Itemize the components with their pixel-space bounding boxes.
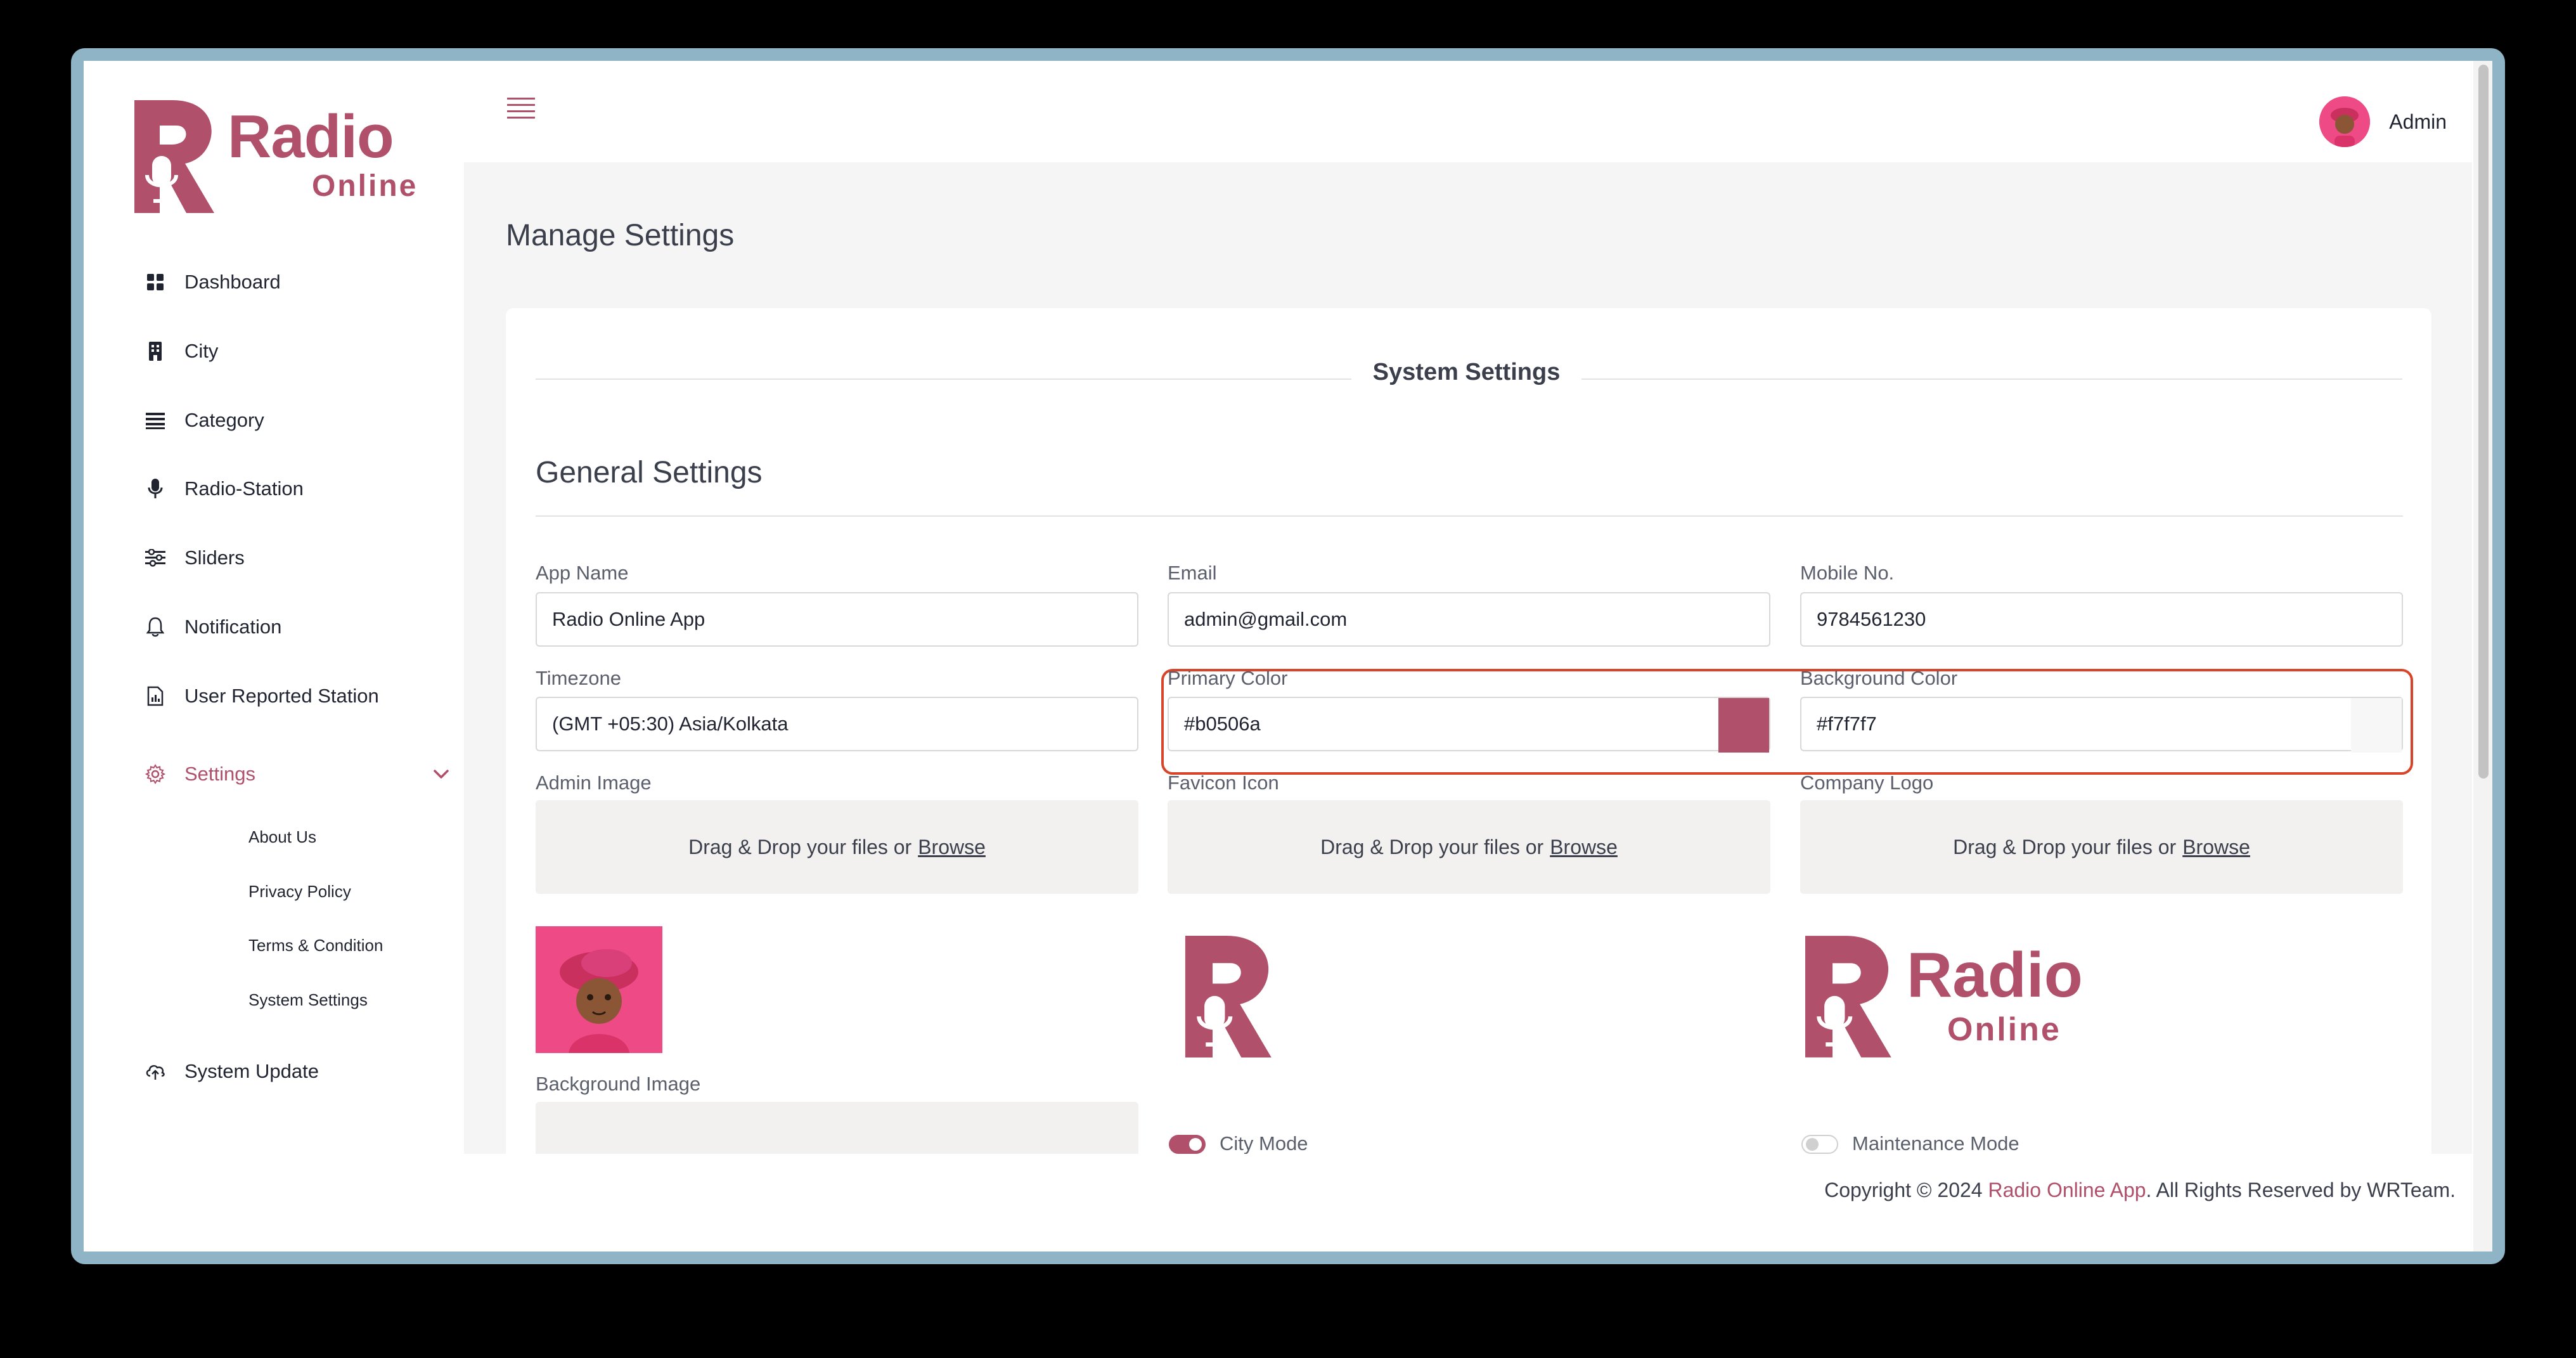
mobile-label: Mobile No. bbox=[1800, 562, 1895, 584]
group-title: General Settings bbox=[536, 456, 763, 489]
background-color-field[interactable]: #f7f7f7 bbox=[1800, 697, 2403, 753]
sidebar-item-user-reported-station[interactable]: User Reported Station bbox=[144, 676, 461, 716]
browse-link[interactable]: Browse bbox=[2182, 836, 2250, 859]
sidebar-item-label: City bbox=[184, 340, 219, 362]
background-color-value: #f7f7f7 bbox=[1817, 713, 1877, 735]
favicon-preview bbox=[1185, 936, 1272, 1057]
timezone-select[interactable]: (GMT +05:30) Asia/Kolkata bbox=[536, 697, 1138, 751]
user-name: Admin bbox=[2389, 110, 2447, 133]
divider bbox=[536, 378, 1351, 380]
report-icon bbox=[144, 685, 167, 708]
dropzone-text: Drag & Drop your files or bbox=[1953, 835, 2177, 858]
sidebar-item-dashboard[interactable]: Dashboard bbox=[144, 262, 461, 302]
cloud-upload-icon bbox=[144, 1060, 167, 1083]
company-logo-preview: Radio Online bbox=[1805, 936, 2122, 1063]
window-frame: Radio Online Dashboard City Category Rad… bbox=[71, 48, 2505, 1264]
sidebar-item-category[interactable]: Category bbox=[144, 400, 461, 441]
footer: Copyright © 2024 Radio Online App. All R… bbox=[1824, 1179, 2456, 1202]
sidebar-item-system-update[interactable]: System Update bbox=[144, 1051, 461, 1092]
page-title: Manage Settings bbox=[506, 219, 735, 252]
sidebar-item-radio-station[interactable]: Radio-Station bbox=[144, 469, 461, 509]
background-image-dropzone[interactable] bbox=[536, 1102, 1138, 1154]
sidebar-item-label: Dashboard bbox=[184, 271, 281, 293]
primary-color-field[interactable]: #b0506a bbox=[1168, 697, 1770, 753]
hamburger-menu-icon[interactable] bbox=[507, 96, 535, 122]
admin-image-preview bbox=[536, 926, 662, 1053]
email-label: Email bbox=[1168, 562, 1217, 584]
sidebar-item-label: Notification bbox=[184, 616, 282, 638]
list-icon bbox=[144, 409, 167, 432]
gear-icon bbox=[144, 763, 167, 786]
browse-link[interactable]: Browse bbox=[918, 836, 986, 859]
logo-text-radio: Radio bbox=[228, 103, 394, 171]
app-name-label: App Name bbox=[536, 562, 629, 584]
sidebar-item-label: Category bbox=[184, 409, 264, 431]
primary-color-value: #b0506a bbox=[1184, 713, 1261, 735]
logo-text-online: Online bbox=[1947, 1011, 2061, 1048]
logo-text-radio: Radio bbox=[1907, 940, 2083, 1011]
building-icon bbox=[144, 340, 167, 363]
background-image-label: Background Image bbox=[536, 1073, 701, 1095]
logo-text-online: Online bbox=[312, 169, 418, 203]
mobile-input[interactable]: 9784561230 bbox=[1800, 592, 2403, 647]
sidebar-item-label: System Update bbox=[184, 1060, 319, 1082]
maintenance-mode-toggle[interactable] bbox=[1801, 1135, 1838, 1154]
favicon-dropzone[interactable]: Drag & Drop your files or Browse bbox=[1168, 800, 1770, 894]
sidebar-item-label: User Reported Station bbox=[184, 685, 379, 707]
footer-brand-link[interactable]: Radio Online App bbox=[1988, 1179, 2146, 1201]
footer-prefix: Copyright © 2024 bbox=[1824, 1179, 1983, 1201]
logo-mark-icon bbox=[1805, 936, 1891, 1057]
app-name-input[interactable]: Radio Online App bbox=[536, 592, 1138, 647]
sidebar: Radio Online Dashboard City Category Rad… bbox=[84, 61, 464, 1251]
sidebar-subitem-privacy-policy[interactable]: Privacy Policy bbox=[248, 882, 351, 902]
maintenance-mode-label: Maintenance Mode bbox=[1852, 1132, 2019, 1154]
logo-mark-icon bbox=[134, 100, 214, 213]
sidebar-subitem-about-us[interactable]: About Us bbox=[248, 827, 316, 847]
scrollbar-thumb[interactable] bbox=[2478, 65, 2489, 779]
avatar bbox=[2319, 96, 2371, 147]
background-color-swatch[interactable] bbox=[2351, 698, 2402, 753]
sidebar-item-label: Settings bbox=[184, 763, 256, 785]
user-menu[interactable]: Admin bbox=[2319, 96, 2447, 147]
timezone-label: Timezone bbox=[536, 667, 621, 689]
sidebar-item-city[interactable]: City bbox=[144, 331, 461, 372]
divider bbox=[1581, 378, 2402, 380]
city-mode-label: City Mode bbox=[1220, 1132, 1308, 1154]
admin-image-dropzone[interactable]: Drag & Drop your files or Browse bbox=[536, 800, 1138, 894]
city-mode-toggle[interactable] bbox=[1169, 1135, 1206, 1154]
sidebar-item-sliders[interactable]: Sliders bbox=[144, 538, 461, 578]
sidebar-item-label: Radio-Station bbox=[184, 477, 304, 500]
primary-color-swatch[interactable] bbox=[1718, 698, 1769, 753]
favicon-label: Favicon Icon bbox=[1168, 772, 1279, 794]
admin-image-label: Admin Image bbox=[536, 772, 652, 794]
section-title: System Settings bbox=[1372, 359, 1561, 385]
primary-color-label: Primary Color bbox=[1168, 667, 1288, 689]
company-logo-dropzone[interactable]: Drag & Drop your files or Browse bbox=[1800, 800, 2403, 894]
browse-link[interactable]: Browse bbox=[1550, 836, 1618, 859]
microphone-icon bbox=[144, 477, 167, 500]
dropzone-text: Drag & Drop your files or bbox=[1320, 835, 1544, 858]
email-input[interactable]: admin@gmail.com bbox=[1168, 592, 1770, 647]
app-logo[interactable]: Radio Online bbox=[134, 100, 426, 221]
sidebar-subitem-terms[interactable]: Terms & Condition bbox=[248, 936, 383, 955]
divider bbox=[536, 515, 2403, 517]
sidebar-item-notification[interactable]: Notification bbox=[144, 607, 461, 647]
chevron-down-icon[interactable] bbox=[431, 764, 451, 784]
bell-icon bbox=[144, 616, 167, 638]
sidebar-item-label: Sliders bbox=[184, 546, 245, 569]
scrollbar[interactable] bbox=[2473, 61, 2492, 1251]
settings-card: System Settings General Settings App Nam… bbox=[506, 308, 2431, 1154]
browser-window: Radio Online Dashboard City Category Rad… bbox=[84, 61, 2492, 1251]
sidebar-subitem-system-settings[interactable]: System Settings bbox=[248, 990, 368, 1010]
footer-suffix: . All Rights Reserved by WRTeam. bbox=[2146, 1179, 2456, 1201]
main-content: Manage Settings System Settings General … bbox=[464, 162, 2472, 1154]
background-color-label: Background Color bbox=[1800, 667, 1958, 689]
sliders-icon bbox=[144, 546, 167, 569]
dropzone-text: Drag & Drop your files or bbox=[688, 835, 912, 858]
sidebar-item-settings[interactable]: Settings bbox=[144, 754, 461, 794]
grid-icon bbox=[144, 271, 167, 294]
company-logo-label: Company Logo bbox=[1800, 772, 1934, 794]
